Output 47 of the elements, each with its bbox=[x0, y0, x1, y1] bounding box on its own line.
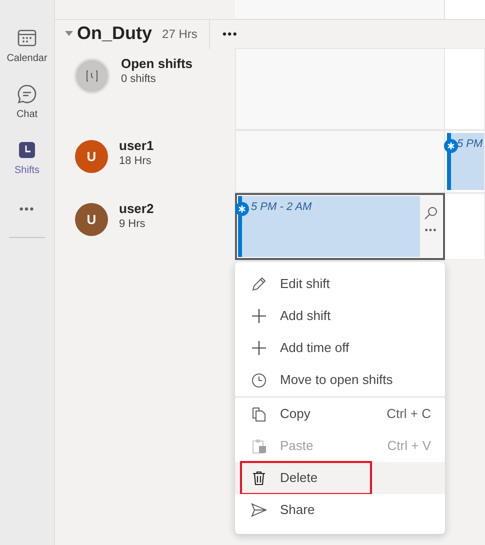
schedule-cell[interactable] bbox=[445, 0, 485, 19]
row-detail: 9 Hrs bbox=[119, 217, 146, 231]
more-button[interactable]: ••• bbox=[424, 226, 438, 235]
more-button[interactable]: ••• bbox=[218, 24, 242, 42]
rail-item[interactable]: Calendar bbox=[0, 28, 54, 84]
menu-item[interactable]: Copy Ctrl + C bbox=[235, 398, 445, 430]
chat-icon bbox=[17, 84, 37, 104]
menu-item[interactable]: Add time off bbox=[235, 332, 445, 364]
row-detail: 18 Hrs bbox=[119, 154, 152, 168]
more-button[interactable]: ••• bbox=[0, 200, 54, 218]
row-name: user1 bbox=[119, 138, 154, 154]
caret-icon[interactable] bbox=[65, 30, 73, 36]
row-detail: 0 shifts bbox=[121, 72, 157, 86]
menu-item[interactable]: Move to open shifts bbox=[235, 364, 445, 398]
menu-item[interactable]: Delete bbox=[235, 462, 445, 494]
rail-item[interactable]: Chat bbox=[0, 84, 54, 140]
schedule-cell[interactable] bbox=[235, 48, 445, 130]
user-avatar: U bbox=[75, 140, 108, 173]
user-avatar: U bbox=[75, 203, 108, 236]
row-name: user2 bbox=[119, 201, 154, 217]
plus-icon bbox=[251, 308, 267, 324]
shift-time: 5 PM bbox=[456, 137, 484, 152]
schedule-cell[interactable] bbox=[235, 130, 445, 193]
asterisk-icon bbox=[235, 202, 249, 216]
menu-item[interactable]: Add shift bbox=[235, 300, 445, 332]
copy-icon bbox=[251, 406, 267, 422]
schedule-cell[interactable] bbox=[235, 0, 445, 19]
clock-icon bbox=[84, 68, 100, 84]
send-icon bbox=[251, 502, 267, 518]
plus-icon bbox=[251, 340, 267, 356]
group-hours: 27 Hrs bbox=[162, 26, 198, 42]
trash-icon bbox=[251, 470, 267, 486]
schedule-cell[interactable] bbox=[445, 48, 485, 130]
clock-icon bbox=[251, 372, 267, 388]
rail-item[interactable]: Shifts bbox=[0, 140, 54, 196]
clock-icon bbox=[17, 140, 37, 160]
search-icon[interactable] bbox=[424, 206, 438, 220]
shift-time: 5 PM - 2 AM bbox=[250, 200, 313, 215]
clipboard-icon bbox=[251, 438, 267, 454]
row-name: Open shifts bbox=[121, 56, 193, 72]
pencil-icon bbox=[251, 276, 267, 292]
asterisk-icon bbox=[444, 139, 458, 153]
group-title: On_Duty bbox=[77, 22, 152, 45]
calendar-icon bbox=[17, 28, 37, 48]
menu-item[interactable]: Edit shift bbox=[235, 268, 445, 300]
menu-item[interactable]: Share bbox=[235, 494, 445, 526]
schedule-cell[interactable] bbox=[445, 193, 485, 260]
